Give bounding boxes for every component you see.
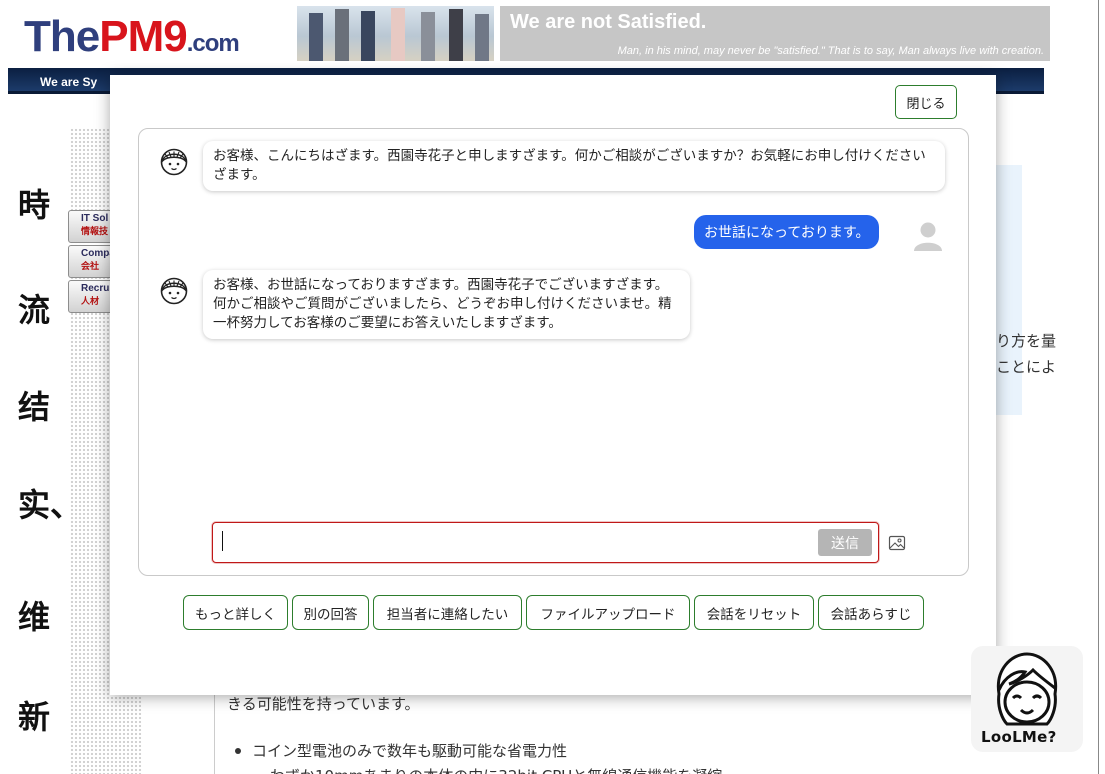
alternate-answer-button[interactable]: 別の回答 — [292, 595, 369, 630]
bot-avatar-icon — [160, 148, 188, 176]
logo-com: .com — [186, 30, 240, 57]
chat-panel: お客様、こんにちはざます。西園寺花子と申しますざます。何かご相談がございますか？… — [138, 128, 969, 576]
logo-pm9: PM9 — [99, 12, 187, 61]
banner-slogan: We are not Satisfied. Man, in his mind, … — [500, 6, 1050, 61]
send-button[interactable]: 送信 — [818, 529, 872, 556]
kanji-char: 实、 — [18, 486, 83, 524]
user-message: お世話になっております。 — [694, 215, 880, 249]
content-fragment: ことによ — [996, 358, 1057, 376]
image-upload-icon[interactable] — [888, 534, 906, 552]
content-paragraph: きる可能性を持っています。 — [227, 695, 420, 713]
text-caret — [222, 531, 223, 551]
chat-modal: 閉じる お客様、こんにちはざます。西園寺花子と申しますざます。何かご相談がござい… — [110, 75, 996, 695]
bot-message: お客様、こんにちはざます。西園寺花子と申しますざます。何かご相談がございますか？… — [203, 141, 945, 191]
kanji-char: 時 — [18, 186, 51, 224]
content-fragment: り方を量 — [996, 332, 1057, 350]
content-bullet-cut: わずか10mmあまりの本体の中に32bit CPUと無線通信機能を凝縮 — [270, 765, 722, 774]
kanji-char: 维 — [18, 598, 51, 636]
bot-avatar-icon — [160, 277, 188, 305]
banner-photo — [297, 6, 494, 61]
loolme-label: LooLMe? — [981, 728, 1057, 746]
more-details-button[interactable]: もっと詳しく — [183, 595, 288, 630]
site-logo[interactable]: ThePM9.com — [24, 12, 240, 62]
banner-title: We are not Satisfied. — [510, 11, 707, 33]
close-button[interactable]: 閉じる — [895, 85, 957, 119]
content-bullet: コイン型電池のみで数年も駆動可能な省電力性 — [234, 742, 568, 760]
reset-conversation-button[interactable]: 会話をリセット — [694, 595, 814, 630]
site-header: ThePM9.com We are not Satisfied. Man, in… — [0, 0, 1105, 70]
conversation-summary-button[interactable]: 会話あらすじ — [818, 595, 924, 630]
kanji-char: 结 — [18, 388, 51, 426]
mascot-face-icon — [996, 652, 1058, 726]
loolme-widget[interactable]: LooLMe? — [971, 646, 1083, 752]
window-edge — [1098, 0, 1105, 774]
kanji-char: 流 — [18, 291, 51, 329]
contact-staff-button[interactable]: 担当者に連絡したい — [373, 595, 522, 630]
logo-the: The — [24, 12, 100, 61]
file-upload-button[interactable]: ファイルアップロード — [526, 595, 690, 630]
bot-message: お客様、お世話になっておりますざます。西園寺花子でございますざます。何かご相談や… — [203, 270, 690, 339]
banner-subtitle: Man, in his mind, may never be "satisfie… — [617, 45, 1044, 57]
kanji-char: 新 — [18, 698, 51, 736]
user-avatar-icon — [914, 222, 942, 251]
content-highlight-edge — [996, 165, 1022, 415]
navbar-tagline: We are Sy — [40, 75, 98, 89]
chat-input[interactable]: 送信 — [212, 522, 879, 563]
